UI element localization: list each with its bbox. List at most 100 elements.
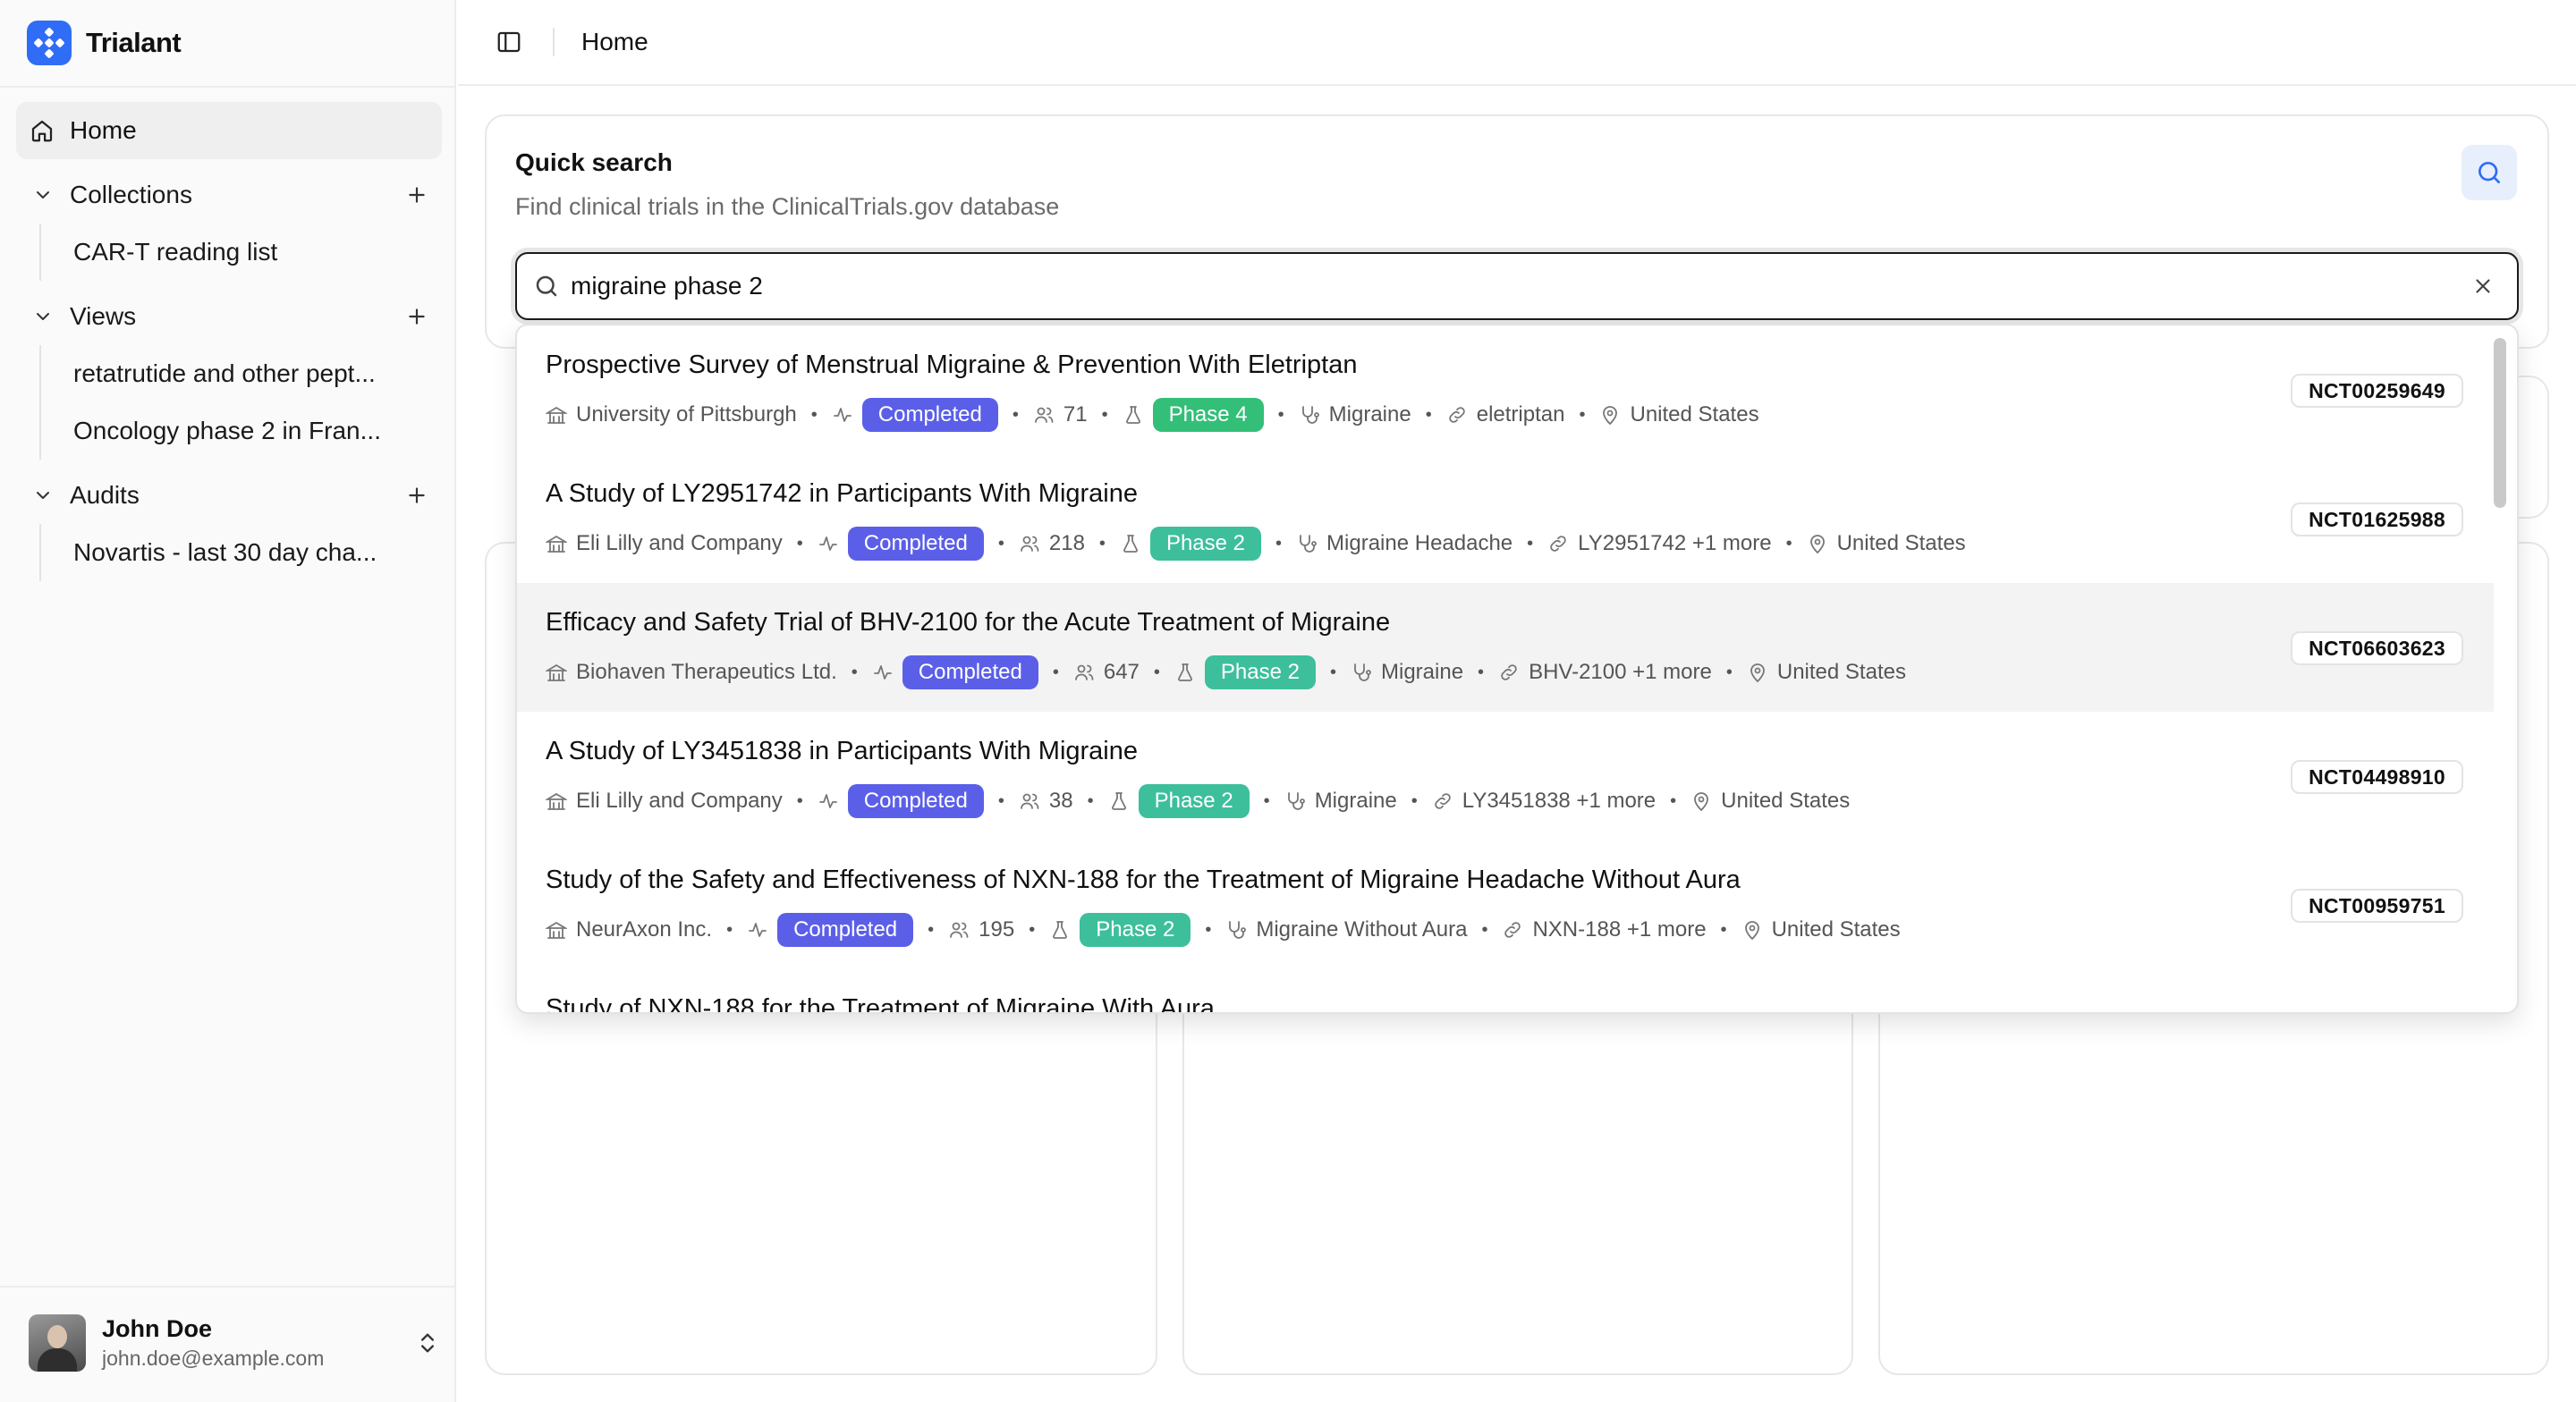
section-label: Audits [70,481,140,509]
users-icon [948,919,970,941]
intervention: LY2951742 +1 more [1578,531,1772,555]
link-icon [1502,919,1523,941]
add-collection-button[interactable] [392,170,442,220]
link-icon [1446,404,1468,426]
enrollment-count: 195 [979,917,1015,942]
link-icon [1547,533,1569,554]
search-result[interactable]: A Study of LY3451838 in Participants Wit… [517,712,2494,840]
search-result[interactable]: A Study of LY2951742 in Participants Wit… [517,454,2494,583]
flask-icon [1174,662,1196,683]
flask-icon [1123,404,1144,426]
condition: Migraine Headache [1326,531,1513,555]
enrollment-count: 218 [1048,531,1085,555]
result-meta: Biohaven Therapeutics Ltd. • Completed •… [546,655,1906,690]
stethoscope-icon [1296,533,1318,554]
map-pin-icon [1807,533,1828,554]
building-icon [546,919,567,941]
chevron-down-icon[interactable] [16,306,70,327]
building-icon [546,404,567,426]
intervention: NXN-188 +1 more [1532,917,1707,942]
collections-list: CAR-T reading list [39,224,417,281]
enrollment-count: 647 [1103,660,1140,684]
chevron-down-icon[interactable] [16,485,70,506]
intervention: eletriptan [1476,402,1565,427]
flask-icon [1049,919,1071,941]
result-title: Study of the Safety and Effectiveness of… [546,866,1741,894]
location: United States [1771,917,1901,942]
section-views[interactable]: Views [16,291,442,342]
scrollbar-thumb[interactable] [2494,338,2506,508]
app-name: Trialant [86,27,182,58]
search-result[interactable]: Study of the Safety and Effectiveness of… [517,840,2494,969]
activity-icon [832,404,853,426]
users-icon [1019,790,1040,812]
status-badge: Completed [861,398,998,432]
search-icon [2475,158,2504,187]
result-title: A Study of LY3451838 in Participants Wit… [546,737,1139,765]
chevrons-up-down-icon[interactable] [415,1330,440,1356]
condition: Migraine [1381,660,1464,684]
user-menu[interactable]: John Doe john.doe@example.com [29,1314,440,1372]
activity-icon [747,919,768,941]
audits-list: Novartis - last 30 day cha... [39,524,417,581]
phase-badge: Phase 2 [1080,913,1191,947]
location: United States [1836,531,1966,555]
status-badge: Completed [777,913,914,947]
phase-badge: Phase 2 [1204,655,1316,689]
link-icon [1498,662,1520,683]
search-field[interactable] [515,252,2519,320]
app-logo-icon [27,21,72,65]
search-results-dropdown: Prospective Survey of Menstrual Migraine… [515,324,2519,1014]
sidebar-item-audit[interactable]: Novartis - last 30 day cha... [41,524,417,581]
sponsor: Eli Lilly and Company [576,789,783,813]
brand[interactable]: Trialant [27,20,182,66]
sidebar-item-collection[interactable]: CAR-T reading list [41,224,417,281]
views-list: retatrutide and other pept... Oncology p… [39,345,417,460]
search-input[interactable] [571,259,2456,313]
breadcrumb: Home [581,28,648,55]
sidebar-item-view[interactable]: Oncology phase 2 in Fran... [41,402,417,460]
section-audits[interactable]: Audits [16,470,442,520]
location: United States [1776,660,1906,684]
user-name: John Doe [102,1315,213,1342]
result-meta: NeurAxon Inc. • Completed • 195 • Phase … [546,912,1901,948]
section-collections[interactable]: Collections [16,170,442,220]
search-result[interactable]: Prospective Survey of Menstrual Migraine… [517,325,2494,454]
clear-search-button[interactable] [2456,259,2510,313]
sidebar-item-label: Home [70,116,137,144]
result-title: A Study of LY2951742 in Participants Wit… [546,479,1139,508]
sidebar-item-home[interactable]: Home [16,102,442,159]
nct-id-badge: NCT00259649 [2291,374,2463,408]
result-title: Study of NXN-188 for the Treatment of Mi… [546,994,1215,1014]
result-meta: Eli Lilly and Company • Completed • 218 … [546,526,1966,562]
stethoscope-icon [1225,919,1247,941]
intervention: BHV-2100 +1 more [1529,660,1712,684]
sponsor: Biohaven Therapeutics Ltd. [576,660,837,684]
intervention: LY3451838 +1 more [1462,789,1657,813]
add-view-button[interactable] [392,291,442,342]
sidebar-item-view[interactable]: retatrutide and other pept... [41,345,417,402]
add-audit-button[interactable] [392,470,442,520]
flask-icon [1108,790,1130,812]
scrollbar[interactable] [2494,329,2513,1009]
divider [0,86,454,88]
map-pin-icon [1741,919,1763,941]
search-result-highlighted[interactable]: Efficacy and Safety Trial of BHV-2100 fo… [517,583,2494,712]
search-result[interactable]: Study of NXN-188 for the Treatment of Mi… [517,969,2494,1014]
sidebar: Trialant Home Collections CAR-T reading … [0,0,456,1402]
activity-icon [818,533,839,554]
users-icon [1033,404,1055,426]
quick-search-title: Quick search [515,148,673,176]
location: United States [1630,402,1759,427]
status-badge: Completed [847,527,984,561]
activity-icon [872,662,894,683]
enrollment-count: 71 [1063,402,1088,427]
quick-search-subtitle: Find clinical trials in the ClinicalTria… [515,193,1060,220]
building-icon [546,790,567,812]
condition: Migraine [1314,789,1397,813]
chevron-down-icon[interactable] [16,184,70,206]
sidebar-toggle-icon[interactable] [487,20,531,64]
search-button[interactable] [2462,145,2517,200]
result-title: Efficacy and Safety Trial of BHV-2100 fo… [546,608,1391,637]
sponsor: Eli Lilly and Company [576,531,783,555]
